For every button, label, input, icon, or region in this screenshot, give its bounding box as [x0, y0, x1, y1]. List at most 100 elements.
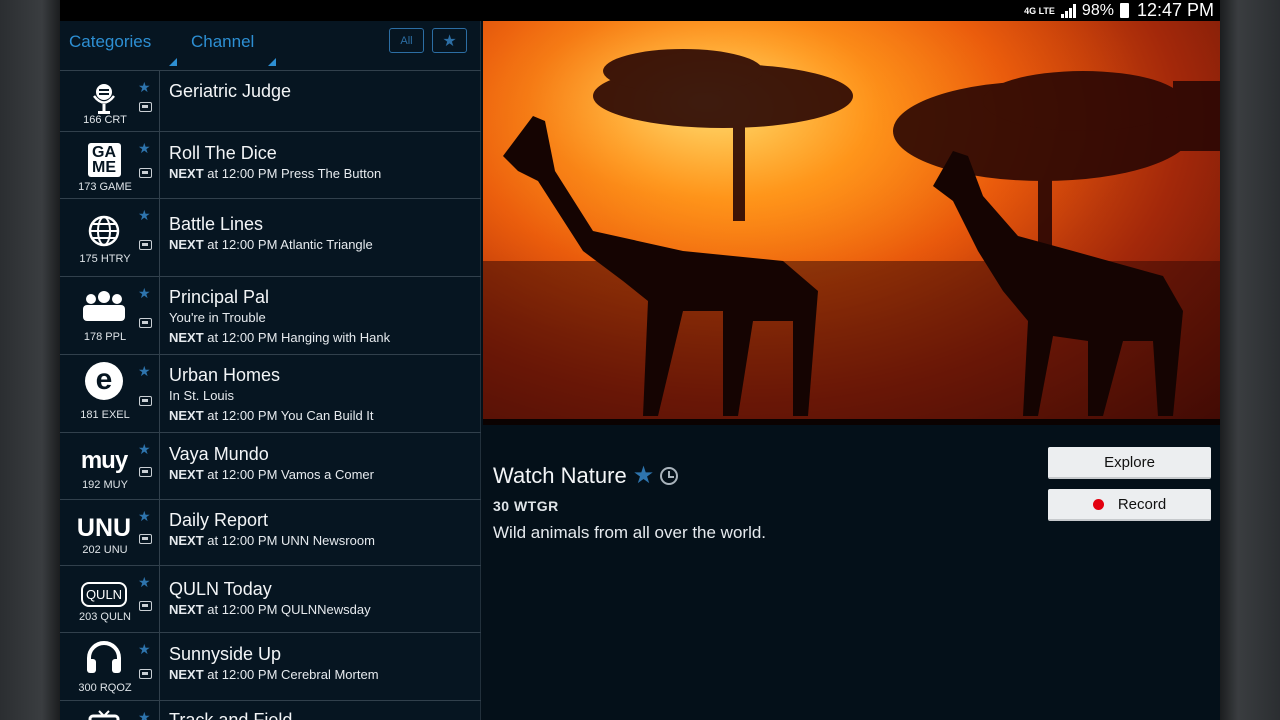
device-bezel-right [1220, 0, 1280, 720]
program-subtitle: In St. Louis [169, 388, 235, 403]
program-title: QULN Today [169, 579, 272, 599]
battery-percent: 98% [1081, 1, 1114, 19]
channel-row[interactable]: ★ Track and Field [60, 700, 481, 720]
record-label: Record [1117, 495, 1167, 513]
next-program: NEXT at 12:00 PM Cerebral Mortem [169, 667, 379, 682]
filter-favorites-button[interactable]: ★ [432, 28, 467, 53]
channel-row[interactable]: UNU 202 UNU ★ Daily Report NEXT at 12:00… [60, 499, 481, 565]
record-dot-icon [1092, 498, 1104, 510]
filter-all-button[interactable]: All [389, 28, 424, 53]
favorite-star-icon[interactable]: ★ [138, 207, 151, 224]
program-info: Track and Field [160, 701, 292, 720]
explore-label: Explore [1104, 453, 1155, 471]
next-program: NEXT at 12:00 PM Press The Button [169, 166, 382, 181]
star-icon: ★ [442, 32, 457, 50]
tv-small-icon [139, 601, 152, 611]
channel-number: 178 PPL [83, 331, 127, 343]
channel-row[interactable]: 166 CRT ★ Geriatric Judge [60, 70, 481, 131]
program-info: Geriatric Judge [160, 71, 291, 131]
channel-number: 300 RQOZ [78, 682, 132, 694]
tv-small-icon [139, 467, 152, 477]
tv-small-icon [139, 168, 152, 178]
dropdown-corner-icon [268, 58, 276, 66]
channel-row[interactable]: 300 RQOZ ★ Sunnyside Up NEXT at 12:00 PM… [60, 632, 481, 700]
unu-logo: UNU [76, 513, 132, 542]
channel-number: 203 QULN [79, 611, 131, 623]
favorite-star-icon[interactable]: ★ [138, 508, 151, 525]
channel-row[interactable]: QULN 203 QULN ★ QULN Today NEXT at 12:00… [60, 565, 481, 632]
channel-number: 181 EXEL [80, 409, 130, 421]
video-player[interactable] [483, 21, 1220, 425]
next-program: NEXT at 12:00 PM UNN Newsroom [169, 533, 375, 548]
channel-number: 173 GAME [78, 181, 132, 193]
program-title: Urban Homes [169, 365, 281, 385]
favorite-star-icon[interactable]: ★ [138, 709, 151, 720]
channel-logo-cell: muy 192 MUY ★ [60, 433, 160, 499]
program-info: Daily Report NEXT at 12:00 PM UNN Newsro… [160, 500, 375, 565]
categories-dropdown[interactable]: Categories [69, 32, 177, 66]
program-title: Battle Lines [169, 214, 264, 234]
program-title: Daily Report [169, 510, 269, 530]
clock: 12:47 PM [1136, 0, 1214, 20]
favorite-star-icon[interactable]: ★ [138, 140, 151, 157]
status-bar: 4G LTE 98% 12:47 PM [60, 0, 1220, 21]
device-bezel-left [0, 0, 60, 720]
dropdown-corner-icon [169, 58, 177, 66]
tv-small-icon [139, 534, 152, 544]
record-button[interactable]: Record [1048, 489, 1211, 521]
channel-row[interactable]: 178 PPL ★ Principal Pal You're in Troubl… [60, 276, 481, 354]
next-program: NEXT at 12:00 PM You Can Build It [169, 408, 374, 423]
favorite-star-icon[interactable]: ★ [633, 461, 655, 490]
headphones-icon [78, 639, 130, 675]
favorite-star-icon[interactable]: ★ [138, 641, 151, 658]
channel-logo-cell: e 181 EXEL ★ [60, 355, 160, 432]
exel-logo: e [78, 362, 130, 400]
program-detail: Watch Nature ★ 30 WTGR Wild animals from… [483, 425, 1220, 720]
channel-number: 175 HTRY [79, 253, 131, 265]
detail-title: Watch Nature [493, 462, 627, 488]
channel-number: 192 MUY [82, 479, 128, 491]
program-info: Battle Lines NEXT at 12:00 PM Atlantic T… [160, 199, 373, 276]
channel-logo-cell: 300 RQOZ ★ [60, 633, 160, 700]
clock-icon[interactable] [660, 466, 679, 485]
program-title: Roll The Dice [169, 143, 277, 163]
detail-title-row: Watch Nature ★ [493, 461, 679, 490]
program-title: Geriatric Judge [169, 81, 292, 101]
explore-button[interactable]: Explore [1048, 447, 1211, 479]
muy-logo: muy [80, 447, 128, 474]
channel-row[interactable]: 175 HTRY ★ Battle Lines NEXT at 12:00 PM… [60, 198, 481, 276]
program-info: QULN Today NEXT at 12:00 PM QULNNewsday [160, 566, 371, 632]
tv-small-icon [139, 318, 152, 328]
channel-logo-cell: QULN 203 QULN ★ [60, 566, 160, 632]
program-subtitle: You're in Trouble [169, 310, 266, 325]
favorite-star-icon[interactable]: ★ [138, 441, 151, 458]
channel-row[interactable]: GA ME 173 GAME ★ Roll The Dice NEXT at 1… [60, 131, 481, 198]
tv-small-icon [139, 669, 152, 679]
favorite-star-icon[interactable]: ★ [138, 574, 151, 591]
detail-channel: 30 WTGR [493, 498, 559, 514]
tv-small-icon [139, 240, 152, 250]
channel-number: 166 CRT [83, 114, 127, 126]
channel-dropdown[interactable]: Channel [191, 32, 276, 66]
program-title: Track and Field [169, 710, 293, 720]
next-program: NEXT at 12:00 PM QULNNewsday [169, 602, 371, 617]
detail-description: Wild animals from all over the world. [493, 523, 767, 542]
next-program: NEXT at 12:00 PM Atlantic Triangle [169, 237, 373, 252]
channel-logo-cell: ★ [60, 701, 160, 720]
program-info: Roll The Dice NEXT at 12:00 PM Press The… [160, 132, 381, 198]
quln-logo: QULN [78, 576, 130, 612]
channel-row[interactable]: muy 192 MUY ★ Vaya Mundo NEXT at 12:00 P… [60, 432, 481, 499]
program-title: Sunnyside Up [169, 644, 282, 664]
favorite-star-icon[interactable]: ★ [138, 285, 151, 302]
tv-guide-screen: 4G LTE 98% 12:47 PM Categories Channel A… [60, 0, 1220, 720]
next-program: NEXT at 12:00 PM Hanging with Hank [169, 330, 391, 345]
favorite-star-icon[interactable]: ★ [138, 363, 151, 380]
favorite-star-icon[interactable]: ★ [138, 79, 151, 96]
channel-row[interactable]: e 181 EXEL ★ Urban Homes In St. Louis NE… [60, 354, 481, 432]
channel-logo-cell: 178 PPL ★ [60, 277, 160, 354]
categories-label: Categories [69, 32, 152, 51]
globe-icon [78, 213, 130, 249]
program-title: Vaya Mundo [169, 444, 269, 464]
tv-small-icon [139, 102, 152, 112]
network-indicator: 4G LTE [1024, 5, 1055, 16]
